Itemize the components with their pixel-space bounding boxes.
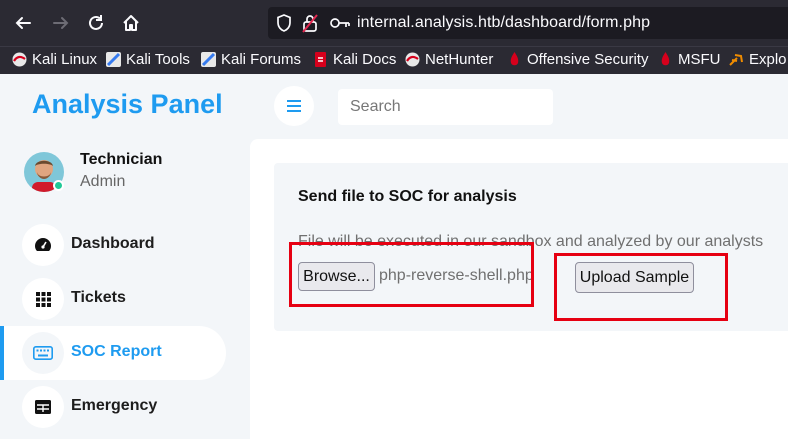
bookmark-exploit-db[interactable]: Explo (729, 51, 787, 68)
offsec-icon (658, 52, 673, 67)
kali-icon (106, 52, 121, 67)
bookmark-label: Explo (749, 51, 787, 68)
sidebar-item-dashboard[interactable]: Dashboard (0, 218, 226, 272)
insecure-lock-icon (302, 14, 318, 33)
exploit-db-icon (729, 52, 744, 67)
bookmark-label: Kali Linux (32, 51, 98, 68)
bookmark-kali-linux[interactable]: Kali Linux (12, 51, 97, 68)
dashboard-icon (22, 224, 64, 266)
search-input[interactable] (338, 89, 553, 125)
bookmark-msfu[interactable]: MSFU (658, 51, 721, 68)
sidebar-item-emergency[interactable]: Emergency (0, 380, 226, 434)
bookmark-kali-docs[interactable]: Kali Docs (313, 51, 396, 68)
bookmarks-bar: Kali Linux Kali Tools Kali Forums Kali D… (0, 46, 788, 74)
kali-icon (201, 52, 216, 67)
kali-icon (12, 52, 27, 67)
user-name: Technician (80, 151, 163, 168)
sidebar-item-label: Dashboard (71, 235, 155, 252)
sidebar-item-label: Tickets (71, 289, 126, 306)
bookmark-kali-tools[interactable]: Kali Tools (106, 51, 190, 68)
kali-docs-icon (313, 52, 328, 67)
hamburger-icon (287, 100, 301, 112)
bookmark-offensive-security[interactable]: Offensive Security (507, 51, 648, 68)
highlight-box-file-input (289, 242, 534, 307)
bookmark-label: Offensive Security (527, 51, 649, 68)
url-text: internal.analysis.htb/dashboard/form.php (357, 14, 651, 31)
active-indicator (0, 326, 4, 380)
reload-icon (89, 15, 103, 30)
bookmark-label: Kali Tools (126, 51, 190, 68)
reload-button[interactable] (83, 10, 109, 36)
bookmark-kali-forums[interactable]: Kali Forums (201, 51, 301, 68)
sidebar-item-label: SOC Report (71, 343, 162, 360)
table-icon (22, 386, 64, 428)
user-role: Admin (80, 173, 126, 190)
bookmark-label: NetHunter (425, 51, 494, 68)
arrow-left-icon (15, 17, 31, 29)
offsec-icon (507, 52, 522, 67)
arrow-right-icon (53, 17, 69, 29)
highlight-box-upload-button (554, 253, 728, 321)
sidebar-item-soc-report[interactable]: SOC Report (0, 326, 226, 380)
kali-icon (405, 52, 420, 67)
bookmark-nethunter[interactable]: NetHunter (405, 51, 493, 68)
online-status-dot (53, 180, 64, 191)
keyboard-icon (22, 332, 64, 374)
menu-toggle-button[interactable] (274, 86, 314, 126)
forward-button[interactable] (48, 10, 74, 36)
home-icon (123, 15, 139, 31)
sidebar: Analysis Panel Technician Admin Dashboar… (0, 74, 250, 439)
shield-icon (277, 14, 291, 32)
home-button[interactable] (118, 10, 144, 36)
browser-toolbar: internal.analysis.htb/dashboard/form.php (0, 0, 788, 46)
grid-icon (22, 278, 64, 320)
back-button[interactable] (10, 10, 36, 36)
sidebar-item-tickets[interactable]: Tickets (0, 272, 226, 326)
bookmark-label: MSFU (678, 51, 721, 68)
bookmark-label: Kali Forums (221, 51, 302, 68)
bookmark-label: Kali Docs (333, 51, 397, 68)
card-title: Send file to SOC for analysis (298, 188, 517, 205)
key-icon (330, 18, 350, 28)
brand-title[interactable]: Analysis Panel (32, 89, 223, 120)
sidebar-item-label: Emergency (71, 397, 158, 414)
